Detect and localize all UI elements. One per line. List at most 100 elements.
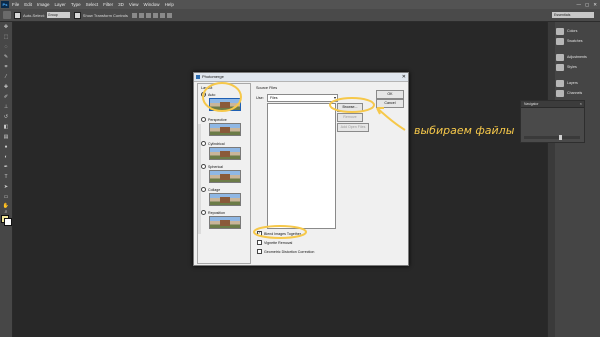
eyedropper-tool-icon[interactable]: ⁄ [2,74,10,81]
dialog-title-bar[interactable]: Photomerge ✕ [194,73,408,82]
browse-button[interactable]: Browse... [337,103,363,112]
navigator-title[interactable]: Navigator [521,101,584,108]
close-button[interactable]: ✕ [593,0,597,9]
radio-collage[interactable] [201,187,206,192]
layout-thumb-auto[interactable] [209,98,241,111]
menu-window[interactable]: Window [144,0,160,9]
align-right-icon[interactable] [166,12,172,18]
background-color-swatch[interactable] [4,218,12,226]
panel-swatches[interactable]: Swatches [556,36,600,46]
menu-3d[interactable]: 3D [118,0,124,9]
cancel-button[interactable]: Cancel [376,99,404,108]
panel-adjustments[interactable]: Adjustments [556,52,600,62]
swatches-icon [556,37,564,45]
channels-icon [556,89,564,97]
blend-images-checkbox[interactable]: ✓ [257,231,262,236]
clone-stamp-icon[interactable]: ⊥ [2,104,10,111]
move-tool-icon[interactable] [3,11,11,19]
remove-button[interactable]: Remove [337,113,363,122]
panel-channels[interactable]: Channels [556,88,600,98]
radio-spherical[interactable] [201,164,206,169]
path-select-icon[interactable]: ➤ [2,184,10,191]
add-open-files-button[interactable]: Add Open Files [337,123,369,132]
geometric-distortion-checkbox[interactable] [257,249,262,254]
layout-thumb-cylindrical[interactable] [209,147,241,160]
align-top-icon[interactable] [131,12,137,18]
align-bottom-icon[interactable] [145,12,151,18]
show-transform-option[interactable]: Show Transform Controls [73,11,128,19]
menu-image[interactable]: Image [37,0,50,9]
zoom-slider-handle[interactable] [559,135,562,140]
layout-option-reposition[interactable]: Reposition [201,210,225,215]
layout-option-cylindrical[interactable]: Cylindrical [201,141,225,146]
layout-option-auto[interactable]: Auto [201,92,215,97]
menu-type[interactable]: Type [71,0,81,9]
dodge-tool-icon[interactable]: ◐ [2,154,10,161]
blend-images-option[interactable]: ✓ Blend Images Together [257,231,301,236]
layout-option-spherical[interactable]: Spherical [201,164,223,169]
maximize-button[interactable]: ▢ [585,0,589,9]
layout-title: Layout [201,86,213,90]
align-middle-icon[interactable] [138,12,144,18]
annotation-text: выбираем файлы [414,124,515,137]
source-files-list[interactable] [267,103,336,229]
workspace-switcher[interactable]: Essentials [552,12,594,18]
use-dropdown[interactable]: Files ▾ [267,94,338,102]
panel-dock: Colors Swatches Adjustments Styles Layer… [555,22,600,337]
close-icon[interactable]: × [580,101,582,107]
auto-select-option[interactable]: Auto-Select: Group [14,11,70,19]
chevron-down-icon: ▾ [333,95,336,100]
menu-filter[interactable]: Filter [103,0,113,9]
quick-select-tool-icon[interactable]: ✎ [2,54,10,61]
geometric-distortion-option[interactable]: Geometric Distortion Correction [257,249,314,254]
close-icon[interactable]: ✕ [402,73,406,81]
building-icon [220,220,230,226]
radio-perspective[interactable] [201,117,206,122]
menu-edit[interactable]: Edit [24,0,32,9]
layout-thumb-perspective[interactable] [209,123,241,136]
align-icons [131,12,174,18]
layout-thumb-collage[interactable] [209,193,241,206]
history-brush-icon[interactable]: ↺ [2,114,10,121]
marquee-tool-icon[interactable]: ⬚ [2,34,10,41]
radio-cylindrical[interactable] [201,141,206,146]
move-tool-icon[interactable]: ✥ [2,24,10,31]
align-left-icon[interactable] [152,12,158,18]
layout-option-perspective[interactable]: Perspective [201,117,227,122]
auto-select-checkbox[interactable] [14,11,21,19]
menu-layer[interactable]: Layer [55,0,66,9]
menu-help[interactable]: Help [165,0,174,9]
navigator-panel[interactable]: Navigator × [520,100,585,143]
lasso-tool-icon[interactable]: ◌ [2,44,10,51]
zoom-slider-track[interactable] [524,136,580,139]
layout-thumb-reposition[interactable] [209,216,241,229]
gradient-tool-icon[interactable]: ▤ [2,134,10,141]
align-center-icon[interactable] [159,12,165,18]
minimize-button[interactable]: — [576,0,581,9]
radio-auto[interactable] [201,92,206,97]
brush-tool-icon[interactable]: ✐ [2,94,10,101]
type-tool-icon[interactable]: T [2,174,10,181]
crop-tool-icon[interactable]: ⌗ [2,64,10,71]
menu-select[interactable]: Select [86,0,99,9]
panel-layers[interactable]: Layers [556,78,600,88]
radio-reposition[interactable] [201,210,206,215]
ok-button[interactable]: OK [376,90,404,99]
layout-option-collage[interactable]: Collage [201,187,220,192]
show-transform-checkbox[interactable] [73,11,81,19]
shape-tool-icon[interactable]: ▭ [2,194,10,201]
healing-brush-icon[interactable]: ✚ [2,84,10,91]
blur-tool-icon[interactable]: ● [2,144,10,151]
pen-tool-icon[interactable]: ✒ [2,164,10,171]
layout-thumb-spherical[interactable] [209,170,241,183]
vignette-removal-option[interactable]: Vignette Removal [257,240,292,245]
auto-select-dropdown[interactable]: Group [46,12,70,18]
vignette-removal-checkbox[interactable] [257,240,262,245]
menu-view[interactable]: View [129,0,139,9]
menu-file[interactable]: File [12,0,19,9]
panel-styles[interactable]: Styles [556,62,600,72]
photoshop-icon [196,75,200,79]
eraser-tool-icon[interactable]: ◧ [2,124,10,131]
panel-colors[interactable]: Colors [556,26,600,36]
building-icon [220,151,230,157]
